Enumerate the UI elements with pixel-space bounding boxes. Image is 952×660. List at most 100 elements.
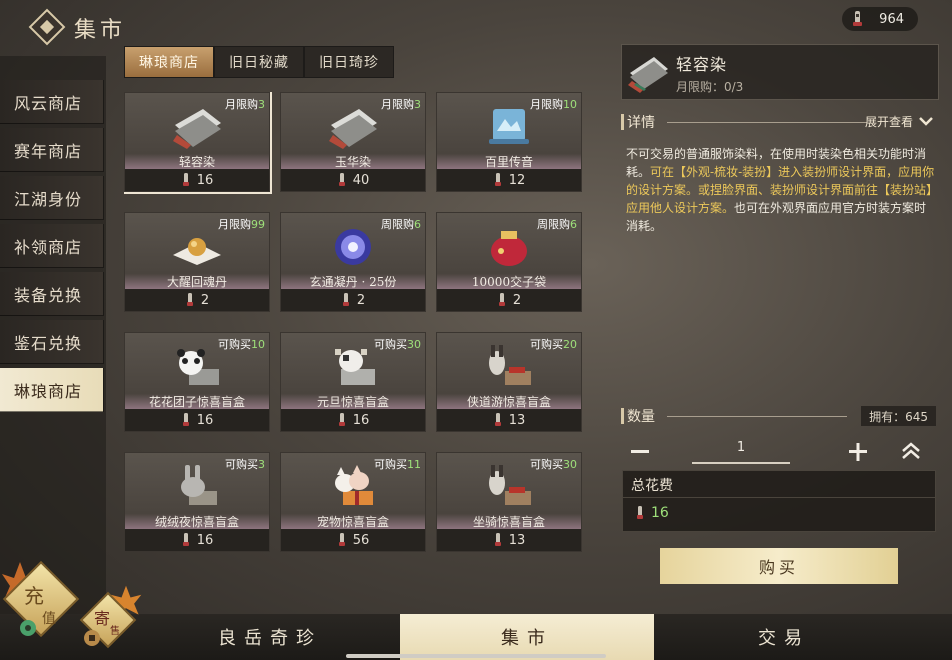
item-purchase-limit: 月限购99 bbox=[218, 216, 265, 232]
sidebar-item-sainian-shop[interactable]: 赛年商店 bbox=[0, 128, 104, 172]
total-cost-label: 总花费 bbox=[631, 478, 673, 494]
item-card[interactable]: 周限购6 玄通凝丹 · 25份 2 bbox=[280, 212, 426, 312]
item-card[interactable]: 可购买20 侠道游惊喜盲盒 13 bbox=[436, 332, 582, 432]
item-name: 大醒回魂丹 bbox=[166, 275, 227, 289]
sidebar-item-jianghu-identity[interactable]: 江湖身份 bbox=[0, 176, 104, 220]
recharge-label-1: 充 bbox=[24, 584, 44, 608]
sidebar-item-label: 琳琅商店 bbox=[14, 382, 83, 401]
item-name: 坐骑惊喜盲盒 bbox=[472, 515, 545, 529]
item-name: 元旦惊喜盲盒 bbox=[316, 395, 389, 409]
item-price: 40 bbox=[281, 169, 425, 191]
currency-icon bbox=[853, 11, 862, 26]
back-icon[interactable] bbox=[28, 8, 66, 46]
sidebar-item-stone-exchange[interactable]: 鉴石兑换 bbox=[0, 320, 104, 364]
item-price: 2 bbox=[437, 289, 581, 311]
sidebar-item-label: 风云商店 bbox=[14, 94, 83, 113]
max-quantity-icon[interactable] bbox=[898, 438, 924, 464]
item-price: 16 bbox=[125, 169, 269, 191]
tab-trade[interactable]: 交易 bbox=[654, 614, 914, 660]
chevron-down-icon[interactable] bbox=[917, 112, 935, 130]
section-marker bbox=[621, 408, 624, 424]
limit-count: 10 bbox=[251, 338, 265, 351]
shop-tabs: 琳琅商店 旧日秘藏 旧日琦珍 bbox=[124, 46, 394, 78]
item-card[interactable]: 可购买3 绒绒夜惊喜盲盒 16 bbox=[124, 452, 270, 552]
detail-item-name: 轻容染 bbox=[676, 55, 728, 74]
item-card[interactable]: 月限购3 轻容染 16 bbox=[124, 92, 272, 194]
item-price: 16 bbox=[125, 529, 269, 551]
item-price: 56 bbox=[281, 529, 425, 551]
item-price-value: 40 bbox=[352, 172, 370, 188]
minus-icon[interactable] bbox=[628, 440, 652, 464]
dye-fabric-icon bbox=[329, 109, 377, 149]
item-purchase-limit: 周限购6 bbox=[537, 216, 577, 232]
recharge-label-2: 值 bbox=[42, 611, 56, 627]
currency-icon bbox=[494, 413, 501, 426]
item-name: 花花团子惊喜盲盒 bbox=[148, 395, 245, 409]
plus-icon[interactable] bbox=[846, 440, 870, 464]
quantity-input[interactable]: 1 bbox=[692, 440, 790, 455]
rabbit-box-icon bbox=[181, 465, 217, 505]
item-price-value: 16 bbox=[352, 412, 370, 428]
item-card[interactable]: 可购买30 坐骑惊喜盲盒 13 bbox=[436, 452, 582, 552]
limit-label: 可购买 bbox=[225, 458, 258, 471]
item-card[interactable]: 可购买11 宠物惊喜盲盒 56 bbox=[280, 452, 426, 552]
currency-icon bbox=[182, 413, 189, 426]
limit-label: 可购买 bbox=[218, 338, 251, 351]
item-description: 不可交易的普通服饰染料，在使用时装染色相关功能时消耗。可在【外观-梳妆-装扮】进… bbox=[626, 145, 938, 235]
currency-icon bbox=[637, 506, 643, 519]
item-price-value: 2 bbox=[356, 292, 366, 308]
item-price-value: 16 bbox=[196, 532, 214, 548]
limit-count: 20 bbox=[563, 338, 577, 351]
limit-label: 周限购 bbox=[537, 218, 570, 231]
item-card[interactable]: 月限购99 大醒回魂丹 2 bbox=[124, 212, 270, 312]
item-card[interactable]: 月限购3 玉华染 40 bbox=[280, 92, 426, 192]
currency-icon bbox=[494, 173, 501, 186]
sidebar-item-claim-shop[interactable]: 补领商店 bbox=[0, 224, 104, 268]
item-purchase-limit: 可购买3 bbox=[225, 456, 265, 472]
limit-count: 11 bbox=[407, 458, 421, 471]
currency-display[interactable]: 964 bbox=[842, 7, 918, 31]
sidebar-item-label: 江湖身份 bbox=[14, 190, 83, 209]
total-cost-value: 16 bbox=[635, 505, 669, 521]
total-cost-amount: 16 bbox=[651, 505, 669, 521]
limit-count: 30 bbox=[563, 458, 577, 471]
item-card[interactable]: 可购买30 元旦惊喜盲盒 16 bbox=[280, 332, 426, 432]
item-purchase-limit: 可购买30 bbox=[530, 456, 577, 472]
orb-icon bbox=[335, 229, 371, 265]
item-price-value: 16 bbox=[196, 412, 214, 428]
item-price: 2 bbox=[125, 289, 269, 311]
page-title: 集市 bbox=[74, 18, 127, 43]
quantity-label: 数量 bbox=[627, 409, 655, 425]
item-card[interactable]: 周限购6 10000交子袋 2 bbox=[436, 212, 582, 312]
item-name: 10000交子袋 bbox=[471, 275, 547, 289]
tab-old-rarity[interactable]: 旧日琦珍 bbox=[304, 46, 394, 78]
item-purchase-limit: 可购买10 bbox=[218, 336, 265, 352]
sidebar-item-label: 鉴石兑换 bbox=[14, 334, 83, 353]
limit-label: 可购买 bbox=[530, 338, 563, 351]
tab-linlang[interactable]: 琳琅商店 bbox=[124, 46, 214, 78]
item-price-value: 2 bbox=[512, 292, 522, 308]
item-price-value: 12 bbox=[508, 172, 526, 188]
section-divider bbox=[667, 416, 847, 417]
limit-label: 月限购 bbox=[225, 98, 258, 111]
expand-button[interactable]: 展开查看 bbox=[865, 113, 913, 130]
sidebar-item-equip-exchange[interactable]: 装备兑换 bbox=[0, 272, 104, 316]
item-card[interactable]: 可购买10 花花团子惊喜盲盒 16 bbox=[124, 332, 270, 432]
item-purchase-limit: 月限购10 bbox=[530, 96, 577, 112]
tab-old-treasure[interactable]: 旧日秘藏 bbox=[214, 46, 304, 78]
item-card[interactable]: 月限购10 百里传音 12 bbox=[436, 92, 582, 192]
sidebar-item-fengyun-shop[interactable]: 风云商店 bbox=[0, 80, 104, 124]
item-price-value: 2 bbox=[200, 292, 210, 308]
detail-purchase-limit: 月限购：0/3 bbox=[676, 80, 744, 94]
limit-count: 3 bbox=[414, 98, 421, 111]
detail-section-header: 详情 展开查看 bbox=[621, 112, 939, 132]
item-purchase-limit: 可购买30 bbox=[374, 336, 421, 352]
sidebar-item-linlang-shop[interactable]: 琳琅商店 bbox=[0, 368, 104, 412]
detail-section-label: 详情 bbox=[627, 115, 655, 131]
item-price: 2 bbox=[281, 289, 425, 311]
item-name: 轻容染 bbox=[178, 155, 215, 169]
sidebar-item-label: 补领商店 bbox=[14, 238, 83, 257]
item-purchase-limit: 可购买20 bbox=[530, 336, 577, 352]
buy-button[interactable]: 购买 bbox=[660, 548, 898, 584]
pouch-icon bbox=[491, 231, 527, 266]
